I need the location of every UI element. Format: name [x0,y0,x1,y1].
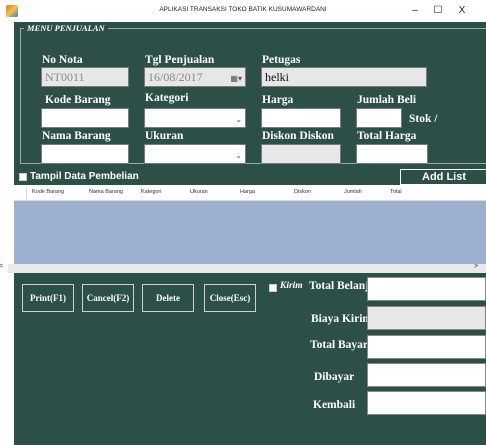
kategori-select[interactable]: ⌄ [144,108,246,128]
window-edge [0,22,14,445]
close-button[interactable]: Close(Esc) [204,284,256,312]
title-bar: APLIKASI TRANSAKSI TOKO BATIK KUSUMAWARD… [0,0,486,22]
jumlah-beli-input[interactable] [356,108,402,128]
nama-barang-input[interactable] [41,144,129,164]
col-harga[interactable]: Harga [240,189,255,195]
total-bayar-field[interactable] [367,335,486,359]
harga-label: Harga [262,94,294,106]
tampil-checkbox[interactable] [19,173,27,181]
kode-barang-label: Kode Barang [45,94,111,106]
chevron-down-icon[interactable]: ⌄ [235,112,242,127]
add-list-button[interactable]: Add List [400,169,486,185]
kategori-label: Kategori [145,92,189,104]
tgl-penjualan-label: Tgl Penjualan [145,54,215,66]
col-kode-barang[interactable]: Kode Barang [32,189,64,195]
col-jumlah[interactable]: Jumlah [344,189,362,195]
col-nama-barang[interactable]: Nama Barang [89,189,123,195]
dibayar-label: Dibayar [314,371,355,383]
ukuran-select[interactable]: ⌄ [144,144,246,164]
harga-input[interactable] [261,108,341,128]
biaya-kirim-field[interactable] [367,306,486,330]
grid-header: Kode Barang Nama Barang Kategori Ukuran … [14,185,486,201]
no-nota-label: No Nota [42,54,83,66]
group-legend: MENU PENJUALAN [24,23,108,33]
cancel-button[interactable]: Cancel(F2) [82,284,134,312]
stok-label: Stok / [409,113,438,125]
col-total[interactable]: Total [390,189,402,195]
close-window-button[interactable]: X [452,3,472,19]
petugas-field[interactable]: helki [261,67,427,87]
total-bayar-label: Total Bayar [310,339,369,351]
maximize-button[interactable]: ☐ [428,3,448,19]
biaya-kirim-label: Biaya Kirim [311,313,373,325]
col-ukuran[interactable]: Ukuran [190,189,208,195]
kirim-checkbox[interactable] [269,284,277,292]
total-belanja-label: Total Belanja [309,280,375,292]
petugas-label: Petugas [262,54,301,66]
horizontal-scrollbar[interactable]: < > [0,263,486,273]
diskon-label: Diskon Diskon [262,130,334,142]
kembali-label: Kembali [313,399,356,411]
no-nota-field[interactable]: NT0011 [41,67,129,87]
delete-button[interactable]: Delete [142,284,194,312]
tgl-penjualan-value: 16/08/2017 [148,70,203,84]
diskon-field[interactable] [261,144,341,164]
total-harga-field[interactable] [356,144,428,164]
total-belanja-field[interactable] [367,277,486,301]
kembali-field[interactable] [367,391,486,415]
nama-barang-label: Nama Barang [42,130,111,142]
calendar-dropdown-icon[interactable]: ▦▾ [230,71,242,86]
kirim-label: Kirim [280,281,303,291]
col-diskon[interactable]: Diskon [294,189,311,195]
jumlah-beli-label: Jumlah Beli [357,94,417,106]
kode-barang-input[interactable] [41,108,129,128]
chevron-down-icon[interactable]: ⌄ [235,148,242,163]
total-harga-label: Total Harga [357,130,417,142]
ukuran-label: Ukuran [145,130,184,142]
tampil-label: Tampil Data Pembelian [30,171,139,182]
dibayar-field[interactable] [367,363,486,387]
print-button[interactable]: Print(F1) [22,284,74,312]
scroll-right-icon[interactable]: > [474,263,478,270]
col-kategori[interactable]: Kategori [141,189,162,195]
grid-row-header [26,186,27,200]
tgl-penjualan-field[interactable]: 16/08/2017 ▦▾ [144,67,246,87]
scroll-left-icon[interactable]: < [0,263,3,270]
minimize-button[interactable]: – [405,3,425,19]
